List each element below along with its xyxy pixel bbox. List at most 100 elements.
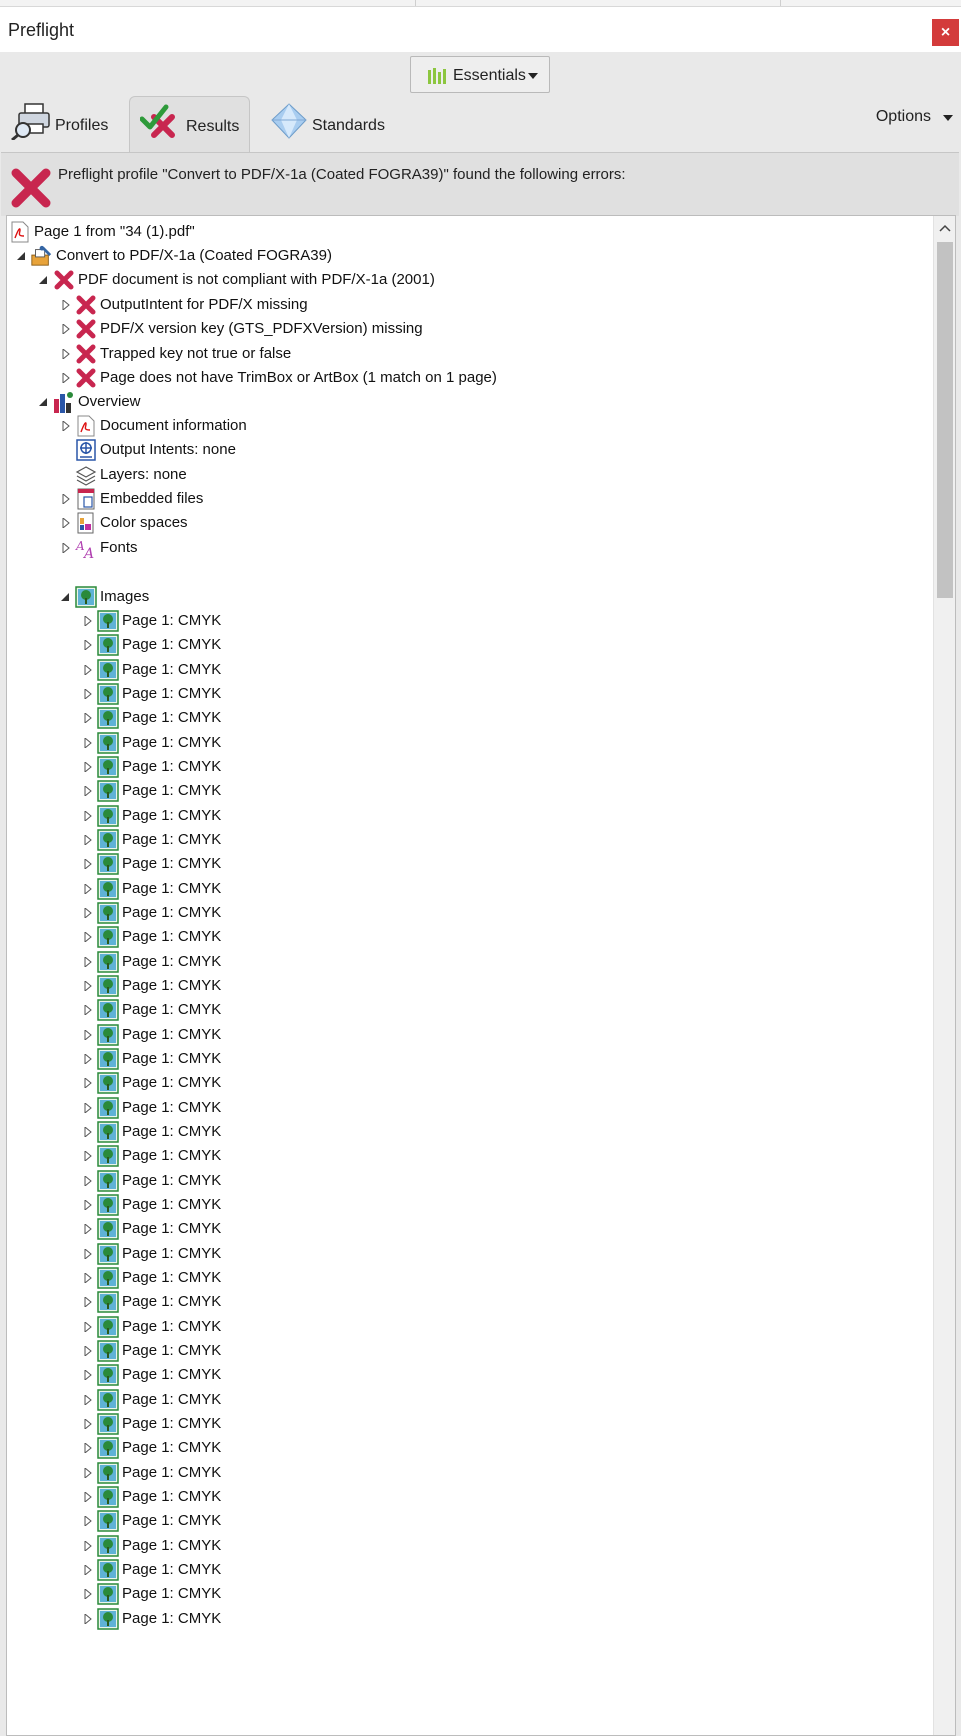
scrollbar-thumb[interactable] — [937, 242, 953, 598]
collapsed-triangle-icon[interactable] — [83, 1297, 93, 1308]
options-menu[interactable]: Options — [863, 108, 953, 132]
tree-row-image[interactable]: Page 1: CMYK — [7, 1533, 933, 1560]
collapsed-triangle-icon[interactable] — [83, 1248, 93, 1259]
tree-row-image[interactable]: Page 1: CMYK — [7, 973, 933, 1000]
collapsed-triangle-icon[interactable] — [83, 1418, 93, 1429]
tree-row-error[interactable]: Page does not have TrimBox or ArtBox (1 … — [7, 365, 933, 392]
tree-row-image[interactable]: Page 1: CMYK — [7, 1387, 933, 1414]
tree-row-overview-item[interactable]: Color spaces — [7, 510, 933, 537]
tree-row-image[interactable]: Page 1: CMYK — [7, 1362, 933, 1389]
tree-row-image[interactable]: Page 1: CMYK — [7, 1314, 933, 1341]
collapsed-triangle-icon[interactable] — [83, 1540, 93, 1551]
tree-row-image[interactable]: Page 1: CMYK — [7, 1606, 933, 1633]
collapsed-triangle-icon[interactable] — [83, 640, 93, 651]
tree-row-image[interactable]: Page 1: CMYK — [7, 949, 933, 976]
tree-row-image[interactable]: Page 1: CMYK — [7, 1241, 933, 1268]
tree-row-image[interactable]: Page 1: CMYK — [7, 1095, 933, 1122]
collapsed-triangle-icon[interactable] — [83, 1345, 93, 1356]
collapsed-triangle-icon[interactable] — [61, 421, 71, 431]
tree-row-overview-item[interactable]: A A Fonts — [7, 535, 933, 562]
close-button[interactable]: × — [932, 19, 959, 46]
collapsed-triangle-icon[interactable] — [83, 859, 93, 870]
collapsed-triangle-icon[interactable] — [83, 1589, 93, 1600]
tree-row-image[interactable]: Page 1: CMYK — [7, 1070, 933, 1097]
collapsed-triangle-icon[interactable] — [83, 1516, 93, 1527]
collapsed-triangle-icon[interactable] — [83, 1370, 93, 1381]
collapsed-triangle-icon[interactable] — [83, 980, 93, 991]
tree-row-image[interactable]: Page 1: CMYK — [7, 632, 933, 659]
tree-row-image[interactable]: Page 1: CMYK — [7, 1046, 933, 1073]
tree-row-image[interactable]: Page 1: CMYK — [7, 681, 933, 708]
collapsed-triangle-icon[interactable] — [83, 761, 93, 772]
tab-results[interactable]: Results — [129, 96, 250, 156]
collapsed-triangle-icon[interactable] — [83, 1613, 93, 1624]
collapsed-triangle-icon[interactable] — [83, 1078, 93, 1089]
tree-row-image[interactable]: Page 1: CMYK — [7, 608, 933, 635]
tree-row-image[interactable]: Page 1: CMYK — [7, 997, 933, 1024]
tree-row-overview-item[interactable]: Layers: none — [7, 462, 933, 489]
tree-row-image[interactable]: Page 1: CMYK — [7, 803, 933, 830]
tree-row-overview-item[interactable]: Output Intents: none — [7, 437, 933, 464]
tree-row-image[interactable]: Page 1: CMYK — [7, 1143, 933, 1170]
results-tree[interactable]: Page 1 from "34 (1).pdf" Convert to PDF/… — [6, 215, 956, 1736]
collapsed-triangle-icon[interactable] — [61, 372, 71, 383]
tree-row-image[interactable]: Page 1: CMYK — [7, 1460, 933, 1487]
collapsed-triangle-icon[interactable] — [83, 1443, 93, 1454]
collapsed-triangle-icon[interactable] — [83, 1102, 93, 1113]
tree-row-image[interactable]: Page 1: CMYK — [7, 1168, 933, 1195]
collapsed-triangle-icon[interactable] — [61, 518, 71, 529]
tree-row-error[interactable]: OutputIntent for PDF/X missing — [7, 292, 933, 319]
collapsed-triangle-icon[interactable] — [83, 1199, 93, 1210]
vertical-scrollbar[interactable] — [933, 216, 955, 1735]
collapsed-triangle-icon[interactable] — [61, 542, 71, 553]
collapsed-triangle-icon[interactable] — [83, 1564, 93, 1575]
tree-row-profile[interactable]: Convert to PDF/X-1a (Coated FOGRA39) — [7, 243, 933, 270]
tree-row-image[interactable]: Page 1: CMYK — [7, 924, 933, 951]
tree-row-error[interactable]: Trapped key not true or false — [7, 341, 933, 368]
collapsed-triangle-icon[interactable] — [83, 688, 93, 699]
tree-row-compliance[interactable]: PDF document is not compliant with PDF/X… — [7, 267, 933, 294]
collapsed-triangle-icon[interactable] — [83, 1272, 93, 1283]
collapsed-triangle-icon[interactable] — [83, 1224, 93, 1235]
tree-row-image[interactable]: Page 1: CMYK — [7, 1508, 933, 1535]
collapsed-triangle-icon[interactable] — [83, 786, 93, 797]
collapsed-triangle-icon[interactable] — [83, 1029, 93, 1040]
workspace-dropdown[interactable]: Essentials — [410, 56, 550, 93]
tree-row-image[interactable]: Page 1: CMYK — [7, 1216, 933, 1243]
tree-row-image[interactable]: Page 1: CMYK — [7, 827, 933, 854]
tree-row-image[interactable]: Page 1: CMYK — [7, 754, 933, 781]
tab-standards[interactable]: Standards — [268, 96, 398, 156]
tree-row-image[interactable]: Page 1: CMYK — [7, 657, 933, 684]
collapsed-triangle-icon[interactable] — [83, 883, 93, 894]
tree-row-image[interactable]: Page 1: CMYK — [7, 1557, 933, 1584]
collapsed-triangle-icon[interactable] — [83, 1126, 93, 1137]
collapsed-triangle-icon[interactable] — [83, 1151, 93, 1162]
collapsed-triangle-icon[interactable] — [83, 616, 93, 626]
tree-row-image[interactable]: Page 1: CMYK — [7, 730, 933, 757]
tree-row-image[interactable]: Page 1: CMYK — [7, 705, 933, 732]
tree-row-image[interactable]: Page 1: CMYK — [7, 851, 933, 878]
collapsed-triangle-icon[interactable] — [83, 1005, 93, 1016]
tree-row-image[interactable]: Page 1: CMYK — [7, 1435, 933, 1462]
tab-profiles[interactable]: Profiles — [8, 96, 123, 156]
collapsed-triangle-icon[interactable] — [83, 1175, 93, 1186]
tree-row-image[interactable]: Page 1: CMYK — [7, 1581, 933, 1608]
tree-row-image[interactable]: Page 1: CMYK — [7, 1484, 933, 1511]
tree-row-overview-item[interactable]: Document information — [7, 413, 933, 440]
chevron-up-icon[interactable] — [939, 224, 951, 232]
tree-row-root[interactable]: Page 1 from "34 (1).pdf" — [7, 219, 933, 246]
collapsed-triangle-icon[interactable] — [83, 907, 93, 918]
tree-row-image[interactable]: Page 1: CMYK — [7, 1119, 933, 1146]
tree-row-image[interactable]: Page 1: CMYK — [7, 778, 933, 805]
tree-row-overview-item[interactable]: Embedded files — [7, 486, 933, 513]
collapsed-triangle-icon[interactable] — [83, 1321, 93, 1332]
collapsed-triangle-icon[interactable] — [61, 493, 71, 504]
tree-row-image[interactable]: Page 1: CMYK — [7, 876, 933, 903]
tree-row-overview[interactable]: Overview — [7, 389, 933, 416]
collapsed-triangle-icon[interactable] — [83, 1053, 93, 1064]
tree-row-image[interactable]: Page 1: CMYK — [7, 1289, 933, 1316]
collapsed-triangle-icon[interactable] — [83, 737, 93, 748]
collapsed-triangle-icon[interactable] — [83, 810, 93, 821]
collapsed-triangle-icon[interactable] — [83, 713, 93, 724]
collapsed-triangle-icon[interactable] — [83, 1491, 93, 1502]
